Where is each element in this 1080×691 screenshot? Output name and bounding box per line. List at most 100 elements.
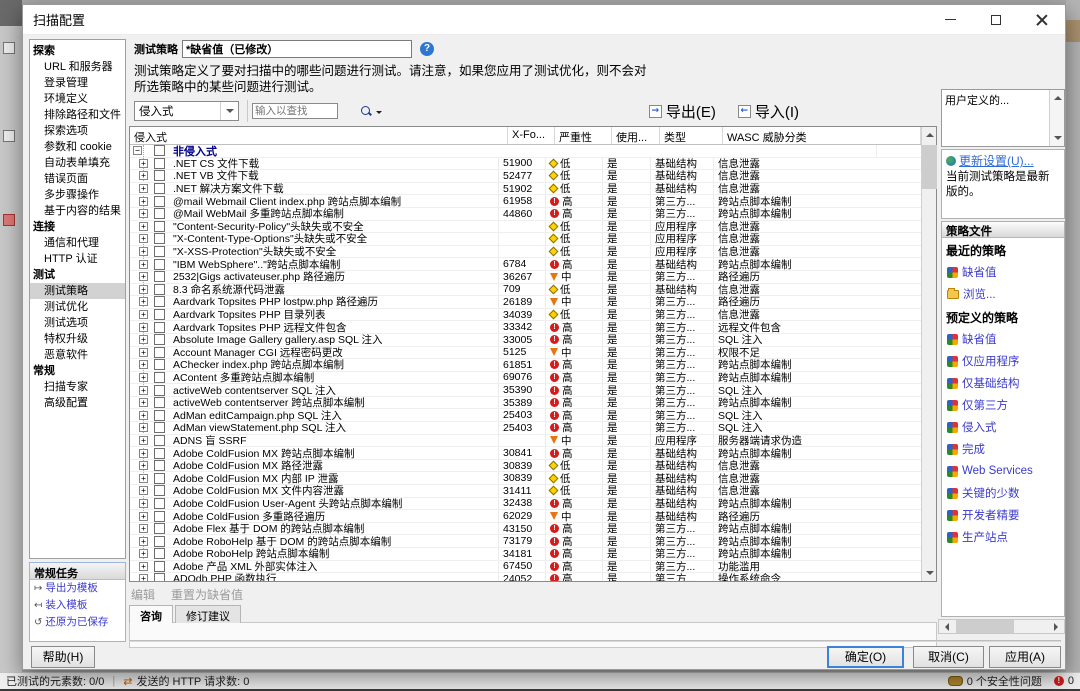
expand-icon[interactable] bbox=[139, 562, 148, 571]
expand-icon[interactable] bbox=[139, 537, 148, 546]
tab-咨询[interactable]: 咨询 bbox=[129, 605, 173, 623]
row-checkbox[interactable] bbox=[154, 536, 165, 547]
column-header-sev[interactable]: 严重性 bbox=[555, 127, 612, 144]
sidebar-item-测试策略[interactable]: 测试策略 bbox=[30, 283, 125, 299]
scroll-down-icon[interactable] bbox=[922, 566, 937, 581]
column-header-type[interactable]: 类型 bbox=[660, 127, 723, 144]
predefined-policy-link[interactable]: 仅应用程序 bbox=[942, 350, 1064, 372]
expand-icon[interactable] bbox=[139, 297, 148, 306]
row-checkbox[interactable] bbox=[154, 334, 165, 345]
row-checkbox[interactable] bbox=[154, 359, 165, 370]
predefined-policy-link[interactable]: 生产站点 bbox=[942, 526, 1064, 548]
expand-icon[interactable] bbox=[139, 436, 148, 445]
expand-icon[interactable] bbox=[139, 449, 148, 458]
row-checkbox[interactable] bbox=[154, 259, 165, 270]
sidebar-item-多步骤操作[interactable]: 多步骤操作 bbox=[30, 187, 125, 203]
sidebar-item-测试选项[interactable]: 测试选项 bbox=[30, 315, 125, 331]
sidebar-item-特权升级[interactable]: 特权升级 bbox=[30, 331, 125, 347]
maximize-button[interactable] bbox=[973, 5, 1019, 35]
row-checkbox[interactable] bbox=[154, 435, 165, 446]
minimize-button[interactable] bbox=[927, 5, 973, 35]
scroll-down-icon[interactable] bbox=[1050, 131, 1065, 146]
column-header-xfo[interactable]: X-Fo... bbox=[508, 127, 555, 144]
edit-link[interactable]: 编辑 bbox=[131, 586, 155, 603]
expand-icon[interactable] bbox=[139, 184, 148, 193]
cancel-button[interactable]: 取消(C) bbox=[913, 646, 984, 668]
row-checkbox[interactable] bbox=[154, 271, 165, 282]
help-button[interactable]: 帮助(H) bbox=[31, 646, 95, 668]
row-checkbox[interactable] bbox=[154, 183, 165, 194]
expand-icon[interactable] bbox=[139, 474, 148, 483]
apply-button[interactable]: 应用(A) bbox=[989, 646, 1061, 668]
expand-icon[interactable] bbox=[139, 209, 148, 218]
tab-修订建议[interactable]: 修订建议 bbox=[175, 605, 241, 623]
severity-filter-dropdown[interactable]: 侵入式 bbox=[134, 101, 239, 121]
scrollbar-thumb[interactable] bbox=[922, 145, 937, 189]
expand-icon[interactable] bbox=[139, 260, 148, 269]
row-checkbox[interactable] bbox=[154, 208, 165, 219]
sidebar-item-探索选项[interactable]: 探索选项 bbox=[30, 123, 125, 139]
predefined-policy-link[interactable]: 完成 bbox=[942, 438, 1064, 460]
scroll-up-icon[interactable] bbox=[922, 127, 937, 142]
row-checkbox[interactable] bbox=[154, 548, 165, 559]
row-checkbox[interactable] bbox=[154, 385, 165, 396]
row-checkbox[interactable] bbox=[154, 170, 165, 181]
expand-icon[interactable] bbox=[139, 461, 148, 470]
update-settings-link[interactable]: 更新设置(U)... bbox=[959, 154, 1034, 168]
row-checkbox[interactable] bbox=[154, 221, 165, 232]
vertical-scrollbar[interactable] bbox=[921, 127, 936, 581]
column-header-wasc[interactable]: WASC 威胁分类 bbox=[723, 127, 921, 144]
row-checkbox[interactable] bbox=[154, 561, 165, 572]
sidebar-item-登录管理[interactable]: 登录管理 bbox=[30, 75, 125, 91]
expand-icon[interactable] bbox=[139, 197, 148, 206]
sidebar-item-排除路径和文件[interactable]: 排除路径和文件 bbox=[30, 107, 125, 123]
mini-scrollbar[interactable] bbox=[1049, 90, 1064, 146]
dialog-titlebar[interactable]: 扫描配置 bbox=[23, 5, 1065, 35]
expand-icon[interactable] bbox=[139, 285, 148, 294]
expand-icon[interactable] bbox=[139, 159, 148, 168]
expand-icon[interactable] bbox=[139, 171, 148, 180]
row-checkbox[interactable] bbox=[154, 485, 165, 496]
export-button[interactable]: → 导出(E) bbox=[649, 101, 716, 122]
sidebar-item-扫描专家[interactable]: 扫描专家 bbox=[30, 379, 125, 395]
row-checkbox[interactable] bbox=[154, 460, 165, 471]
search-input[interactable] bbox=[252, 103, 338, 119]
scroll-up-icon[interactable] bbox=[1050, 90, 1065, 105]
sidebar-item-HTTP 认证[interactable]: HTTP 认证 bbox=[30, 251, 125, 267]
expand-icon[interactable] bbox=[139, 386, 148, 395]
row-checkbox[interactable] bbox=[154, 523, 165, 534]
row-checkbox[interactable] bbox=[154, 511, 165, 522]
scrollbar-thumb[interactable] bbox=[956, 620, 1014, 633]
predefined-policy-link[interactable]: 侵入式 bbox=[942, 416, 1064, 438]
sidebar-item-参数和 cookie[interactable]: 参数和 cookie bbox=[30, 139, 125, 155]
sidebar-item-测试优化[interactable]: 测试优化 bbox=[30, 299, 125, 315]
row-checkbox[interactable] bbox=[154, 284, 165, 295]
common-task-link[interactable]: ↦导出为模板 bbox=[30, 580, 125, 597]
scroll-right-icon[interactable] bbox=[1049, 620, 1064, 633]
expand-icon[interactable] bbox=[139, 222, 148, 231]
horizontal-scrollbar[interactable] bbox=[938, 619, 1065, 634]
expand-icon[interactable] bbox=[139, 398, 148, 407]
sidebar-item-通信和代理[interactable]: 通信和代理 bbox=[30, 235, 125, 251]
expand-icon[interactable] bbox=[139, 234, 148, 243]
predefined-policy-link[interactable]: 缺省值 bbox=[942, 328, 1064, 350]
predefined-policy-link[interactable]: 仅第三方 bbox=[942, 394, 1064, 416]
expand-icon[interactable] bbox=[139, 348, 148, 357]
row-checkbox[interactable] bbox=[154, 573, 165, 581]
expand-icon[interactable] bbox=[139, 549, 148, 558]
expand-icon[interactable] bbox=[139, 373, 148, 382]
sidebar-item-恶意软件[interactable]: 恶意软件 bbox=[30, 347, 125, 363]
import-button[interactable]: ← 导入(I) bbox=[738, 101, 799, 122]
ok-button[interactable]: 确定(O) bbox=[827, 646, 904, 668]
expand-icon[interactable] bbox=[139, 499, 148, 508]
predefined-policy-link[interactable]: 开发者精要 bbox=[942, 504, 1064, 526]
expand-icon[interactable] bbox=[139, 411, 148, 420]
row-checkbox[interactable] bbox=[154, 397, 165, 408]
sidebar-item-高级配置[interactable]: 高级配置 bbox=[30, 395, 125, 411]
expand-icon[interactable] bbox=[139, 524, 148, 533]
expand-icon[interactable] bbox=[139, 486, 148, 495]
row-checkbox[interactable] bbox=[154, 448, 165, 459]
expand-icon[interactable] bbox=[139, 310, 148, 319]
close-button[interactable] bbox=[1019, 5, 1065, 35]
predefined-policy-link[interactable]: Web Services bbox=[942, 460, 1064, 482]
